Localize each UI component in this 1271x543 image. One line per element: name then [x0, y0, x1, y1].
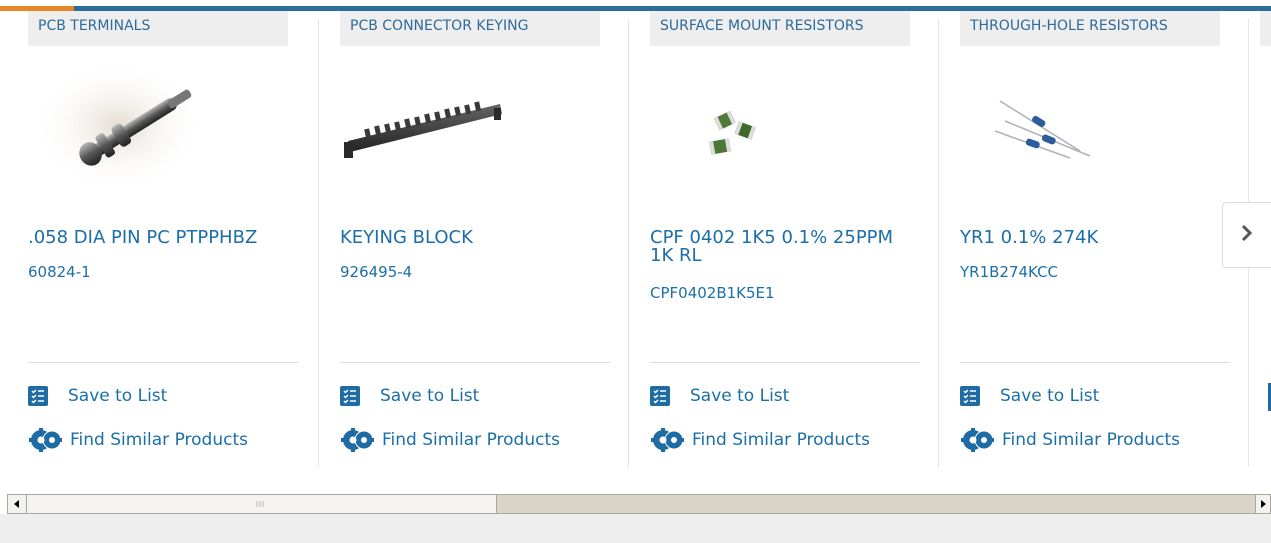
part-number[interactable]: YR1B274KCC [960, 263, 1058, 281]
category-label[interactable]: PCB CONNECTOR KEYING [340, 11, 600, 46]
product-title[interactable]: CPF 0402 1K5 0.1% 25PPM 1K RL [650, 229, 920, 265]
card-separator [628, 19, 629, 467]
scroll-left-button[interactable] [8, 495, 27, 513]
find-similar-button[interactable]: Find Similar Products [28, 428, 248, 452]
checklist-icon [960, 386, 980, 406]
product-carousel: PCB TERMINALS .058 DIA PIN PC PTPPHBZ 60… [0, 11, 1271, 491]
product-image-pcb-terminal[interactable] [28, 56, 298, 206]
find-similar-label: Find Similar Products [382, 430, 560, 450]
chevron-right-icon [1240, 224, 1254, 246]
next-card-category-partial [1260, 11, 1271, 46]
product-image-axial-resistors[interactable] [960, 56, 1230, 206]
part-number[interactable]: 926495-4 [340, 263, 412, 281]
product-card: PCB CONNECTOR KEYING KEYING BLOCK 926495… [340, 11, 610, 467]
find-similar-label: Find Similar Products [70, 430, 248, 450]
save-label: Save to List [68, 386, 168, 406]
carousel-next-button[interactable] [1222, 202, 1271, 268]
save-to-list-button[interactable]: Save to List [960, 384, 1099, 408]
divider [28, 362, 298, 363]
save-label: Save to List [380, 386, 480, 406]
card-separator [938, 19, 939, 467]
save-to-list-button[interactable]: Save to List [340, 384, 479, 408]
product-card: THROUGH-HOLE RESISTORS YR1 0.1% 274K YR1… [960, 11, 1230, 467]
card-separator [318, 19, 319, 467]
product-card: SURFACE MOUNT RESISTORS CPF 0402 1K5 0.1… [650, 11, 920, 467]
scrollbar-thumb[interactable] [27, 495, 497, 513]
part-number[interactable]: 60824-1 [28, 263, 91, 281]
find-similar-button[interactable]: Find Similar Products [650, 428, 870, 452]
product-title[interactable]: KEYING BLOCK [340, 229, 610, 247]
category-label[interactable]: THROUGH-HOLE RESISTORS [960, 11, 1220, 46]
checklist-icon [340, 386, 360, 406]
save-label: Save to List [690, 386, 790, 406]
product-title[interactable]: .058 DIA PIN PC PTPPHBZ [28, 229, 298, 247]
save-to-list-button[interactable]: Save to List [650, 384, 789, 408]
gears-icon [960, 428, 996, 452]
product-title[interactable]: YR1 0.1% 274K [960, 229, 1230, 247]
gears-icon [340, 428, 376, 452]
find-similar-button[interactable]: Find Similar Products [960, 428, 1180, 452]
checklist-icon [650, 386, 670, 406]
top-accent-bar [0, 0, 1271, 11]
find-similar-label: Find Similar Products [1002, 430, 1180, 450]
gears-icon [650, 428, 686, 452]
divider [340, 362, 610, 363]
divider [650, 362, 920, 363]
product-image-smd-resistors[interactable] [650, 56, 920, 206]
page-bottom-area [0, 514, 1271, 543]
find-similar-button[interactable]: Find Similar Products [340, 428, 560, 452]
save-to-list-button[interactable]: Save to List [28, 384, 167, 408]
scroll-right-button[interactable] [1255, 495, 1270, 513]
find-similar-label: Find Similar Products [692, 430, 870, 450]
gears-icon [28, 428, 64, 452]
category-label[interactable]: PCB TERMINALS [28, 11, 288, 46]
category-label[interactable]: SURFACE MOUNT RESISTORS [650, 11, 910, 46]
product-image-keying-block[interactable] [340, 56, 610, 206]
checklist-icon [28, 386, 48, 406]
divider [960, 362, 1230, 363]
product-card: PCB TERMINALS .058 DIA PIN PC PTPPHBZ 60… [28, 11, 298, 467]
horizontal-scrollbar[interactable] [7, 494, 1271, 514]
save-label: Save to List [1000, 386, 1100, 406]
part-number[interactable]: CPF0402B1K5E1 [650, 284, 775, 302]
